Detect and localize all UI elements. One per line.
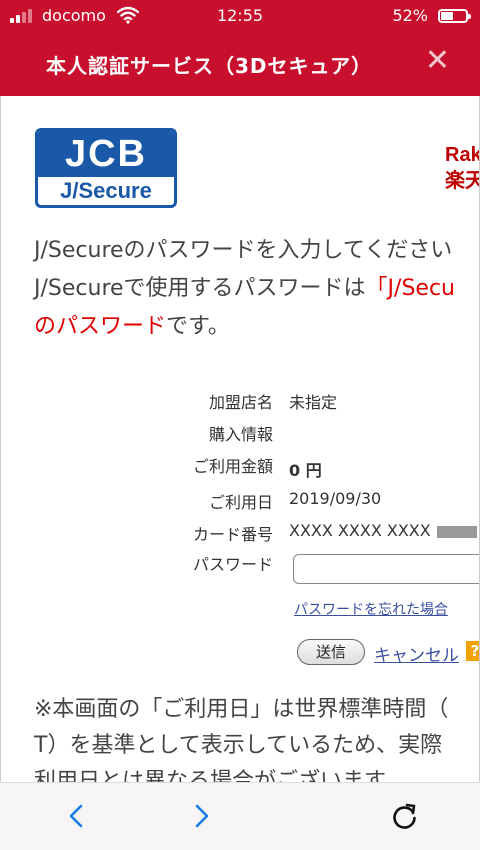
browser-toolbar — [0, 782, 480, 850]
date-value: 2019/09/30 — [289, 489, 382, 508]
notice-line-1: ※本画面の「ご利用日」は世界標準時間（ — [34, 697, 449, 722]
instruction-line-3: のパスワードです。 — [34, 308, 479, 346]
back-icon[interactable] — [62, 801, 92, 831]
close-button[interactable]: ✕ — [425, 46, 450, 76]
battery-icon — [438, 9, 471, 23]
password-label: パスワード — [192, 555, 273, 574]
web-content[interactable]: JCB J/Secure Rak 楽天 J/Secureのパスワードを入力してく… — [0, 96, 480, 782]
dialog-header: 本人認証サービス（3Dセキュア） ✕ — [0, 30, 480, 96]
battery-percentage: 52% — [392, 6, 428, 25]
instruction-line-3-highlight: のパスワード — [34, 314, 167, 339]
instruction-line-3-text: です。 — [166, 314, 230, 339]
notice-line-3: 利用日とは異なる場合がございます。 — [34, 769, 406, 782]
instruction-line-2: J/Secureで使用するパスワードは「J/Secu — [34, 270, 479, 308]
status-bar: docomo 12:55 52% — [0, 0, 480, 30]
amount-value: 0 円 — [289, 461, 322, 480]
date-label: ご利用日 — [208, 493, 273, 512]
page-title: 本人認証サービス（3Dセキュア） — [46, 54, 373, 78]
rakuten-logo-text-en: Rak — [445, 144, 480, 166]
rakuten-logo-text-ja: 楽天 — [445, 170, 479, 192]
reload-icon[interactable] — [390, 801, 420, 831]
password-input[interactable] — [293, 554, 479, 584]
help-icon[interactable]: ? — [466, 641, 479, 661]
jcb-logo-text: JCB — [38, 131, 174, 177]
purchase-info-label: 購入情報 — [208, 425, 273, 444]
card-number-mask — [436, 525, 477, 538]
utc-notice: ※本画面の「ご利用日」は世界標準時間（ T）を基準として表示しているため、実際 … — [34, 692, 479, 782]
card-number-value-group: XXXX XXXX XXXX — [289, 521, 477, 540]
card-number-label: カード番号 — [192, 525, 273, 544]
instruction-text: J/Secureのパスワードを入力してください J/Secureで使用するパスワ… — [34, 232, 479, 346]
merchant-label: 加盟店名 — [208, 393, 273, 412]
card-number-value: XXXX XXXX XXXX — [289, 521, 431, 540]
submit-button[interactable]: 送信 — [297, 639, 365, 665]
notice-line-2: T）を基準として表示しているため、実際 — [34, 733, 443, 758]
instruction-line-1: J/Secureのパスワードを入力してください — [34, 238, 453, 263]
jcb-jsecure-logo: JCB J/Secure — [35, 128, 177, 208]
cancel-link[interactable]: キャンセル — [374, 641, 459, 666]
merchant-value: 未指定 — [289, 393, 338, 412]
rakuten-logo: Rak 楽天 — [445, 142, 480, 194]
amount-label: ご利用金額 — [192, 457, 273, 476]
forward-icon[interactable] — [186, 801, 216, 831]
forgot-password-link[interactable]: パスワードを忘れた場合 — [294, 599, 448, 619]
jsecure-logo-text: J/Secure — [60, 178, 152, 203]
instruction-line-2-text: J/Secureで使用するパスワードは — [34, 276, 366, 301]
instruction-line-2-highlight: 「J/Secu — [365, 276, 455, 301]
